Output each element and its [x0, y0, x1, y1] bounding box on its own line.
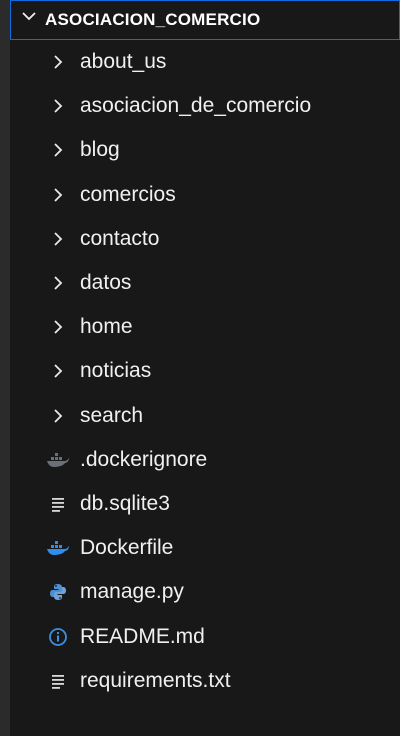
file-label: db.sqlite3	[80, 491, 170, 515]
file-label: Dockerfile	[80, 536, 174, 560]
folder-label: blog	[80, 138, 120, 162]
folder-item-datos[interactable]: datos	[10, 261, 400, 305]
chevron-down-icon	[21, 9, 39, 27]
folder-label: noticias	[80, 359, 152, 383]
file-tree: about_us asociacion_de_comercio blog com…	[10, 40, 400, 703]
file-item-requirements-txt[interactable]: requirements.txt	[10, 659, 400, 703]
folder-label: comercios	[80, 182, 176, 206]
file-item-dockerfile[interactable]: Dockerfile	[10, 526, 400, 570]
file-item-db-sqlite3[interactable]: db.sqlite3	[10, 482, 400, 526]
docker-icon	[46, 540, 70, 556]
chevron-right-icon	[46, 142, 70, 158]
folder-label: home	[80, 315, 133, 339]
file-label: requirements.txt	[80, 668, 231, 692]
chevron-right-icon	[46, 54, 70, 70]
folder-item-asociacion-de-comercio[interactable]: asociacion_de_comercio	[10, 84, 400, 128]
python-icon	[46, 583, 70, 601]
chevron-right-icon	[46, 187, 70, 203]
chevron-right-icon	[46, 275, 70, 291]
file-label: .dockerignore	[80, 447, 208, 471]
root-folder-label: ASOCIACION_COMERCIO	[45, 10, 261, 29]
folder-item-about-us[interactable]: about_us	[10, 40, 400, 84]
docker-dim-icon	[46, 452, 70, 468]
chevron-right-icon	[46, 231, 70, 247]
folder-item-noticias[interactable]: noticias	[10, 349, 400, 393]
text-lines-icon	[46, 496, 70, 512]
folder-label: about_us	[80, 50, 167, 74]
chevron-right-icon	[46, 319, 70, 335]
folder-label: asociacion_de_comercio	[80, 94, 312, 118]
activity-strip	[0, 0, 10, 736]
folder-label: contacto	[80, 226, 160, 250]
folder-label: datos	[80, 271, 132, 295]
file-label: README.md	[80, 624, 205, 648]
folder-item-contacto[interactable]: contacto	[10, 217, 400, 261]
folder-label: search	[80, 403, 144, 427]
text-lines-icon	[46, 673, 70, 689]
file-explorer: ASOCIACION_COMERCIO about_us asociacion_…	[0, 0, 400, 736]
folder-item-blog[interactable]: blog	[10, 128, 400, 172]
chevron-right-icon	[46, 98, 70, 114]
file-item-manage-py[interactable]: manage.py	[10, 570, 400, 614]
file-item-dockerignore[interactable]: .dockerignore	[10, 438, 400, 482]
file-item-readme-md[interactable]: README.md	[10, 614, 400, 658]
chevron-right-icon	[46, 363, 70, 379]
chevron-right-icon	[46, 408, 70, 424]
info-icon	[46, 627, 70, 647]
folder-item-search[interactable]: search	[10, 394, 400, 438]
folder-item-comercios[interactable]: comercios	[10, 173, 400, 217]
root-folder-header[interactable]: ASOCIACION_COMERCIO	[10, 0, 400, 40]
file-label: manage.py	[80, 580, 184, 604]
folder-item-home[interactable]: home	[10, 305, 400, 349]
